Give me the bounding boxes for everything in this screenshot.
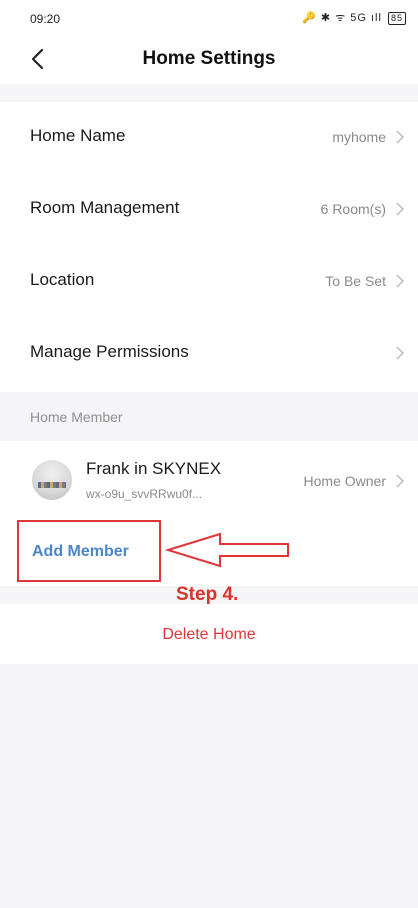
member-row[interactable]: Frank in SKYNEX wx-o9u_svvRRwu0f... Home… xyxy=(0,441,418,519)
row-value: myhome xyxy=(332,129,386,145)
row-home-name[interactable]: Home Name myhome xyxy=(0,102,418,174)
delete-home-button[interactable]: Delete Home xyxy=(0,626,418,644)
row-value: To Be Set xyxy=(325,273,386,289)
avatar-image xyxy=(38,482,66,488)
chevron-right-icon xyxy=(396,130,405,144)
battery-icon: 85 xyxy=(387,12,406,25)
row-label: Location xyxy=(30,270,95,289)
member-name: Frank in SKYNEX xyxy=(86,459,222,478)
status-indicators: 🔑 ✱ ᯤ 5G ıll xyxy=(302,12,382,24)
row-label: Home Name xyxy=(30,126,126,145)
member-role: Home Owner xyxy=(303,473,386,489)
row-label: Manage Permissions xyxy=(30,342,189,361)
chevron-right-icon xyxy=(396,346,405,360)
row-manage-permissions[interactable]: Manage Permissions xyxy=(0,318,418,390)
member-id: wx-o9u_svvRRwu0f... xyxy=(86,487,203,501)
avatar xyxy=(32,460,72,500)
status-icons: 🔑 ✱ ᯤ 5G ıll 85 xyxy=(302,10,406,25)
status-time: 09:20 xyxy=(30,12,61,26)
chevron-right-icon xyxy=(396,274,405,288)
row-label: Room Management xyxy=(30,198,180,217)
row-value: 6 Room(s) xyxy=(320,201,386,217)
home-settings-screen: 09:20 🔑 ✱ ᯤ 5G ıll 85 Home Settings Home… xyxy=(0,0,418,908)
highlight-box xyxy=(17,520,161,582)
chevron-right-icon xyxy=(396,202,405,216)
section-header-home-member: Home Member xyxy=(30,409,123,425)
settings-list: Home Name myhome Room Management 6 Room(… xyxy=(0,102,418,392)
row-location[interactable]: Location To Be Set xyxy=(0,246,418,318)
page-title: Home Settings xyxy=(142,48,276,69)
chevron-right-icon xyxy=(396,474,405,488)
row-room-management[interactable]: Room Management 6 Room(s) xyxy=(0,174,418,246)
step-label: Step 4. xyxy=(176,584,239,605)
pointer-arrow-icon xyxy=(164,532,289,568)
